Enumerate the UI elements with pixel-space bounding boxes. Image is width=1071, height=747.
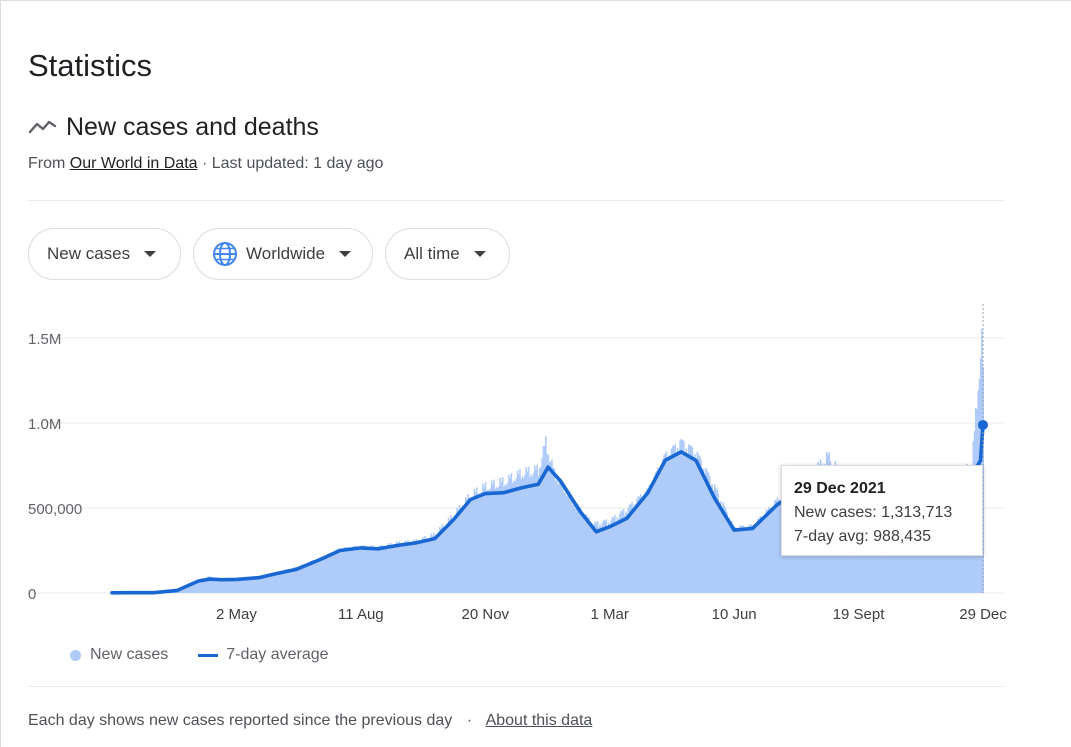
- chart-svg: 0 500,000 1.0M 1.5M 2 May 11 Aug 20 Nov 1 Mar 10…: [28, 304, 1007, 623]
- chart-legend: New cases 7-day average: [70, 646, 329, 664]
- chevron-down-icon: [473, 251, 486, 257]
- source-line: From Our World in Data · Last updated: 1…: [28, 154, 383, 174]
- page-title: Statistics: [28, 48, 153, 83]
- x-tick-label: 11 Aug: [338, 606, 384, 623]
- tooltip-7day-avg: 7-day avg: 988,435: [794, 528, 931, 545]
- trending-icon: [28, 117, 58, 137]
- y-tick-label: 1.0M: [28, 416, 61, 433]
- last-updated: · Last updated: 1 day ago: [201, 155, 384, 172]
- legend-label-7day: 7-day average: [226, 646, 329, 663]
- source-prefix: From: [28, 155, 66, 172]
- x-tick-label: 20 Nov: [462, 606, 510, 623]
- divider-top: [28, 200, 1005, 201]
- x-tick-label: 2 May: [216, 606, 257, 623]
- globe-icon: [213, 242, 237, 266]
- x-tick-label: 1 Mar: [591, 606, 629, 623]
- x-tick-label: 10 Jun: [712, 606, 757, 623]
- chevron-down-icon: [339, 251, 352, 257]
- y-tick-label: 0: [28, 586, 36, 603]
- x-tick-label: 19 Sept: [833, 606, 886, 623]
- x-tick-label: 29 Dec: [959, 606, 1007, 623]
- section-title: New cases and deaths: [66, 113, 319, 141]
- time-range-label: All time: [404, 244, 460, 263]
- divider-bottom: [28, 686, 1005, 687]
- tooltip-new-cases: New cases: 1,313,713: [794, 504, 953, 521]
- cases-chart[interactable]: 0 500,000 1.0M 1.5M 2 May 11 Aug 20 Nov 1 Mar 10…: [0, 290, 1071, 630]
- time-range-dropdown[interactable]: All time: [385, 228, 510, 280]
- legend-line-7day: [198, 653, 219, 657]
- chart-tooltip: 29 Dec 2021 New cases: 1,313,713 7-day a…: [781, 465, 983, 556]
- about-data-link[interactable]: About this data: [486, 712, 593, 729]
- frame-border-top: [0, 0, 1071, 1]
- source-link[interactable]: Our World in Data: [70, 155, 198, 172]
- footer-text: Each day shows new cases reported since …: [28, 712, 453, 729]
- section-header: New cases and deaths: [28, 110, 319, 144]
- highlight-point: [978, 419, 988, 430]
- chevron-down-icon: [144, 251, 157, 257]
- legend-dot-new-cases: [70, 649, 81, 661]
- y-tick-label: 500,000: [28, 501, 82, 518]
- legend-label-new-cases: New cases: [90, 646, 169, 663]
- region-dropdown-label: Worldwide: [246, 244, 326, 263]
- footer-note: Each day shows new cases reported since …: [28, 711, 592, 731]
- footer-separator: ·: [466, 712, 473, 729]
- y-tick-label: 1.5M: [28, 331, 61, 348]
- region-dropdown[interactable]: Worldwide: [193, 228, 373, 280]
- metric-dropdown-label: New cases: [47, 244, 131, 263]
- tooltip-date: 29 Dec 2021: [794, 480, 886, 497]
- metric-dropdown[interactable]: New cases: [28, 228, 181, 280]
